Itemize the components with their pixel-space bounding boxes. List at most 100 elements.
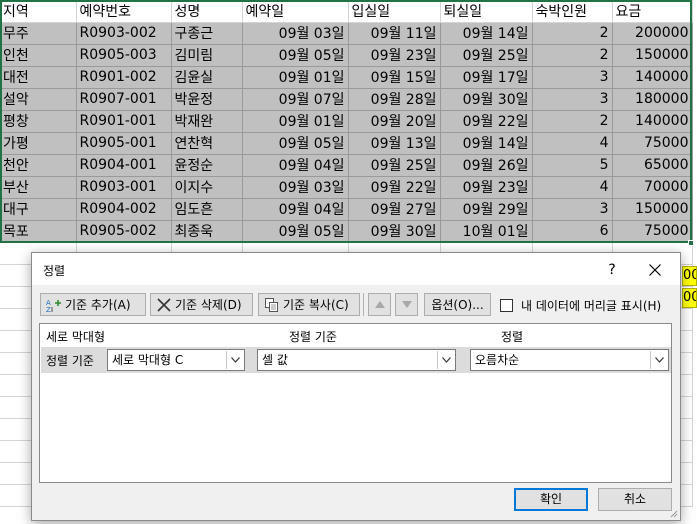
- table-cell[interactable]: 140000: [612, 110, 693, 133]
- table-cell[interactable]: 최종욱: [171, 220, 243, 243]
- table-cell[interactable]: 09월 11일: [348, 22, 441, 45]
- table-cell[interactable]: 2: [532, 44, 613, 67]
- table-cell[interactable]: 09월 23일: [440, 176, 533, 199]
- ok-button[interactable]: 확인: [514, 488, 588, 511]
- table-cell[interactable]: 임도흔: [171, 198, 243, 221]
- table-cell[interactable]: 가평: [0, 132, 77, 155]
- table-cell[interactable]: 150000: [612, 44, 693, 67]
- table-cell[interactable]: 70000: [612, 176, 693, 199]
- chevron-down-icon[interactable]: [226, 351, 243, 369]
- table-cell[interactable]: 인천: [0, 44, 77, 67]
- order-select[interactable]: 오름차순: [470, 349, 669, 371]
- close-button[interactable]: [638, 257, 672, 283]
- add-level-button[interactable]: AZ 기준 추가(A): [40, 293, 146, 316]
- highlighted-cell[interactable]: 00: [682, 266, 697, 286]
- table-cell[interactable]: 75000: [612, 220, 693, 243]
- table-cell[interactable]: 75000: [612, 132, 693, 155]
- table-cell[interactable]: 대구: [0, 198, 77, 221]
- cancel-button[interactable]: 취소: [598, 488, 672, 511]
- move-down-button[interactable]: [395, 293, 418, 316]
- table-cell[interactable]: 09월 30일: [440, 88, 533, 111]
- table-cell[interactable]: 박윤정: [171, 88, 243, 111]
- table-cell[interactable]: 목포: [0, 220, 77, 243]
- resize-grip-icon[interactable]: [668, 508, 678, 518]
- table-cell[interactable]: 09월 13일: [348, 132, 441, 155]
- header-checkbox[interactable]: [500, 299, 513, 312]
- highlighted-cell[interactable]: 00: [682, 288, 697, 308]
- table-cell[interactable]: 4: [532, 132, 613, 155]
- table-cell[interactable]: 5: [532, 154, 613, 177]
- table-cell[interactable]: 09월 01일: [242, 110, 349, 133]
- table-cell[interactable]: 09월 27일: [348, 198, 441, 221]
- table-cell[interactable]: R0905-002: [76, 220, 172, 243]
- table-cell[interactable]: 평창: [0, 110, 77, 133]
- table-cell[interactable]: 구종근: [171, 22, 243, 45]
- table-cell[interactable]: 09월 03일: [242, 176, 349, 199]
- delete-level-button[interactable]: 기준 삭제(D): [150, 293, 253, 316]
- table-cell[interactable]: 09월 07일: [242, 88, 349, 111]
- table-cell[interactable]: 09월 22일: [440, 110, 533, 133]
- options-button[interactable]: 옵션(O)...: [424, 293, 491, 316]
- table-cell[interactable]: 180000: [612, 88, 693, 111]
- table-cell[interactable]: 10월 01일: [440, 220, 533, 243]
- table-cell[interactable]: 09월 30일: [348, 220, 441, 243]
- table-cell[interactable]: 09월 04일: [242, 198, 349, 221]
- table-cell[interactable]: 09월 22일: [348, 176, 441, 199]
- table-cell[interactable]: 09월 28일: [348, 88, 441, 111]
- table-cell[interactable]: 09월 17일: [440, 66, 533, 89]
- table-cell[interactable]: 200000: [612, 22, 693, 45]
- dialog-titlebar[interactable]: 정렬 ?: [32, 253, 680, 285]
- table-cell[interactable]: 김윤실: [171, 66, 243, 89]
- table-cell[interactable]: R0901-002: [76, 66, 172, 89]
- table-cell[interactable]: 3: [532, 66, 613, 89]
- table-cell[interactable]: 2: [532, 22, 613, 45]
- table-cell[interactable]: 설악: [0, 88, 77, 111]
- table-cell[interactable]: R0905-001: [76, 132, 172, 155]
- table-cell[interactable]: R0903-001: [76, 176, 172, 199]
- table-cell[interactable]: R0904-002: [76, 198, 172, 221]
- move-up-button[interactable]: [368, 293, 391, 316]
- table-cell[interactable]: 부산: [0, 176, 77, 199]
- table-cell[interactable]: 3: [532, 198, 613, 221]
- header-cell[interactable]: 입실일: [348, 0, 441, 23]
- table-cell[interactable]: 박재완: [171, 110, 243, 133]
- table-cell[interactable]: 09월 29일: [440, 198, 533, 221]
- help-button[interactable]: ?: [598, 259, 626, 281]
- header-cell[interactable]: 숙박인원: [532, 0, 613, 23]
- sort-levels-panel[interactable]: 세로 막대형 정렬 기준 정렬 정렬 기준 세로 막대형 C 셀 값 오름차순: [39, 323, 672, 483]
- sort-on-select[interactable]: 셀 값: [257, 349, 456, 371]
- copy-level-button[interactable]: 기준 복사(C): [258, 293, 360, 316]
- header-cell[interactable]: 예약일: [242, 0, 349, 23]
- table-cell[interactable]: 09월 03일: [242, 22, 349, 45]
- table-cell[interactable]: 2: [532, 110, 613, 133]
- table-cell[interactable]: 09월 14일: [440, 22, 533, 45]
- table-cell[interactable]: R0904-001: [76, 154, 172, 177]
- table-cell[interactable]: R0903-002: [76, 22, 172, 45]
- table-cell[interactable]: 09월 05일: [242, 220, 349, 243]
- column-select[interactable]: 세로 막대형 C: [107, 349, 245, 371]
- table-cell[interactable]: 09월 23일: [348, 44, 441, 67]
- table-cell[interactable]: 09월 01일: [242, 66, 349, 89]
- table-cell[interactable]: 09월 04일: [242, 154, 349, 177]
- header-checkbox-row[interactable]: 내 데이터에 머리글 표시(H): [500, 297, 661, 314]
- header-cell[interactable]: 예약번호: [76, 0, 172, 23]
- table-cell[interactable]: R0905-003: [76, 44, 172, 67]
- header-cell[interactable]: 성명: [171, 0, 243, 23]
- table-cell[interactable]: 4: [532, 176, 613, 199]
- table-cell[interactable]: 6: [532, 220, 613, 243]
- table-cell[interactable]: 09월 05일: [242, 44, 349, 67]
- table-cell[interactable]: 천안: [0, 154, 77, 177]
- chevron-down-icon[interactable]: [650, 351, 667, 369]
- table-cell[interactable]: 대전: [0, 66, 77, 89]
- table-cell[interactable]: 연찬혁: [171, 132, 243, 155]
- table-cell[interactable]: 3: [532, 88, 613, 111]
- header-cell[interactable]: 지역: [0, 0, 77, 23]
- fill-handle[interactable]: [688, 240, 694, 246]
- table-cell[interactable]: 09월 14일: [440, 132, 533, 155]
- table-cell[interactable]: 이지수: [171, 176, 243, 199]
- table-cell[interactable]: 09월 05일: [242, 132, 349, 155]
- table-cell[interactable]: 09월 26일: [440, 154, 533, 177]
- table-cell[interactable]: 윤정순: [171, 154, 243, 177]
- table-cell[interactable]: 150000: [612, 198, 693, 221]
- table-cell[interactable]: 김미림: [171, 44, 243, 67]
